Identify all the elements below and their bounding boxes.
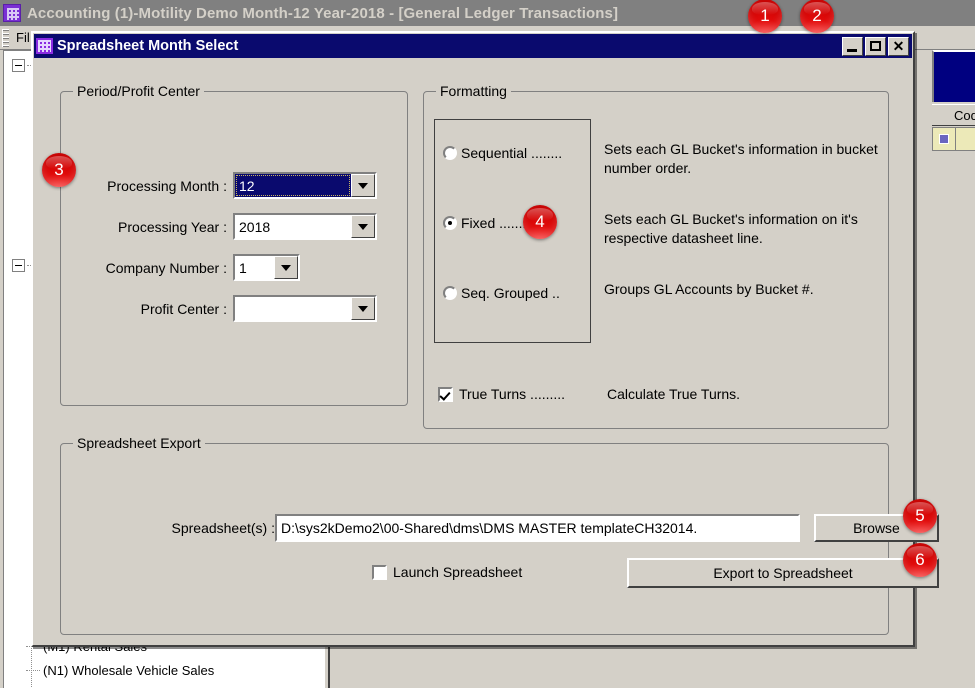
maximize-button[interactable]: [865, 36, 886, 56]
processing-year-label: Processing Year :: [118, 218, 227, 235]
true-turns-description: Calculate True Turns.: [607, 386, 741, 402]
processing-year-value: 2018: [235, 215, 351, 238]
annotation-badge-4: 4: [523, 205, 557, 239]
company-number-combo[interactable]: 1: [233, 254, 300, 281]
launch-spreadsheet-label: Launch Spreadsheet: [393, 564, 523, 580]
dialog-body: Period/Profit Center Processing Month : …: [34, 59, 939, 644]
processing-month-field: Processing Month : 12: [73, 172, 398, 199]
annotation-badge-5: 5: [903, 499, 937, 533]
seq-grouped-description: Groups GL Accounts by Bucket #.: [604, 281, 814, 297]
annotation-badge-1: 1: [748, 0, 782, 33]
formatting-title: Formatting: [436, 83, 511, 99]
collapse-icon[interactable]: [12, 259, 25, 272]
annotation-badge-3: 3: [42, 153, 76, 187]
sequential-description: Sets each GL Bucket's information in buc…: [604, 141, 878, 176]
maximize-icon: [870, 40, 881, 51]
formatting-options-panel: Sequential ........ Fixed ..............…: [434, 119, 591, 343]
menu-grip-handle[interactable]: [2, 28, 9, 47]
row-selector-cell[interactable]: [932, 127, 956, 151]
launch-spreadsheet-checkbox[interactable]: Launch Spreadsheet: [372, 564, 522, 580]
chevron-down-icon[interactable]: [351, 297, 375, 320]
close-button[interactable]: ✕: [888, 36, 909, 56]
close-icon: ✕: [892, 38, 905, 54]
application-icon: [3, 4, 21, 22]
company-number-field: Company Number : 1: [73, 254, 398, 281]
grid-cell-code[interactable]: [956, 127, 975, 151]
spreadsheet-path-label: Spreadsheet(s) :: [171, 520, 276, 536]
radio-seq-grouped[interactable]: Seq. Grouped ..: [443, 285, 560, 301]
radio-selected-icon: [443, 216, 457, 230]
minimize-button[interactable]: [842, 36, 863, 56]
processing-year-field: Processing Year : 2018: [73, 213, 398, 240]
true-turns-checkbox[interactable]: True Turns ......... Calculate True Turn…: [438, 386, 740, 402]
dialog-window-controls: ✕: [842, 36, 909, 56]
radio-sequential[interactable]: Sequential ........: [443, 145, 562, 161]
period-profit-center-title: Period/Profit Center: [73, 83, 204, 99]
processing-month-combo[interactable]: 12: [233, 172, 377, 199]
checkbox-icon: [372, 564, 387, 580]
annotation-badge-6: 6: [903, 543, 937, 577]
tree-item-wholesale-vehicle-sales[interactable]: (N1) Wholesale Vehicle Sales: [26, 663, 214, 678]
spreadsheet-month-select-dialog: Spreadsheet Month Select ✕ Period/Profit…: [31, 31, 939, 647]
profit-center-label: Profit Center :: [140, 300, 227, 317]
dialog-title: Spreadsheet Month Select: [57, 38, 239, 54]
minimize-icon: [847, 48, 857, 52]
chevron-down-icon[interactable]: [351, 215, 375, 238]
formatting-group: Formatting Sequential ........ Fixed ...…: [423, 83, 889, 429]
radio-icon: [443, 286, 457, 300]
company-number-label: Company Number :: [105, 259, 227, 276]
period-profit-center-group: Period/Profit Center Processing Month : …: [60, 83, 408, 406]
radio-seq-grouped-label: Seq. Grouped ..: [461, 285, 560, 301]
spreadsheet-export-group: Spreadsheet Export Spreadsheet(s) : D:\s…: [60, 435, 939, 635]
grid-column-header-row: Code: [932, 104, 975, 126]
profit-center-combo[interactable]: [233, 295, 377, 322]
fixed-description: Sets each GL Bucket's information on it'…: [604, 211, 858, 246]
spreadsheet-export-title: Spreadsheet Export: [73, 435, 205, 451]
screenshot-root: Accounting (1)-Motility Demo Month-12 Ye…: [0, 0, 975, 688]
chevron-down-icon[interactable]: [274, 256, 298, 279]
annotation-badge-2: 2: [800, 0, 834, 33]
processing-month-label: Processing Month :: [107, 177, 227, 194]
chevron-down-icon[interactable]: [351, 174, 375, 197]
profit-center-field: Profit Center :: [73, 295, 398, 322]
dialog-title-bar[interactable]: Spreadsheet Month Select ✕: [34, 34, 912, 58]
spreadsheet-path-input[interactable]: D:\sys2kDemo2\00-Shared\dms\DMS MASTER t…: [275, 514, 800, 542]
tree-dash-icon: [26, 670, 40, 671]
checkbox-checked-icon: [438, 386, 453, 402]
radio-icon: [443, 146, 457, 160]
grid-header-banner: [932, 50, 975, 102]
company-number-value: 1: [235, 256, 274, 279]
processing-month-value: 12: [235, 174, 351, 197]
radio-sequential-label: Sequential ........: [461, 145, 563, 161]
tree-item-label: (N1) Wholesale Vehicle Sales: [43, 663, 215, 678]
row-selector-icon: [939, 134, 949, 144]
profit-center-value: [235, 297, 351, 320]
export-to-spreadsheet-button[interactable]: Export to Spreadsheet: [627, 558, 939, 588]
true-turns-label: True Turns .........: [459, 386, 566, 402]
collapse-icon[interactable]: [12, 59, 25, 72]
application-title: Accounting (1)-Motility Demo Month-12 Ye…: [27, 4, 619, 22]
grid-column-header-code[interactable]: Code: [932, 104, 975, 126]
spreadsheet-icon: [36, 38, 53, 54]
processing-year-combo[interactable]: 2018: [233, 213, 377, 240]
grid-data-row[interactable]: [932, 127, 975, 151]
